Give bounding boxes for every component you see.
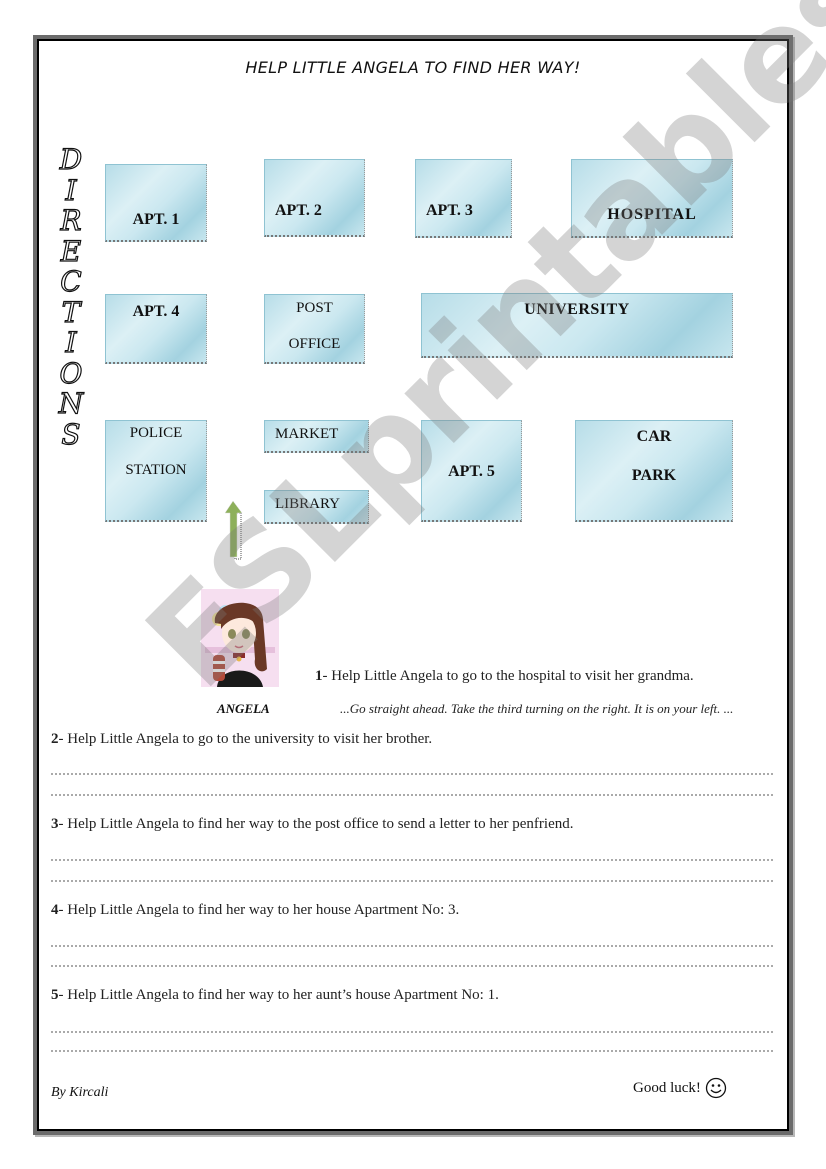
map-box-label: UNIVERSITY xyxy=(524,301,630,318)
question-4: 4- Help Little Angela to find her way to… xyxy=(51,902,460,918)
heading-letter: N xyxy=(58,387,84,420)
answer-line[interactable] xyxy=(51,1031,773,1033)
map-box-label: STATION xyxy=(125,462,187,478)
map-box-label: LIBRARY xyxy=(275,496,341,512)
answer-line[interactable] xyxy=(51,859,773,861)
map-box-label: APT. 3 xyxy=(426,202,473,219)
question-3: 3- Help Little Angela to find her way to… xyxy=(51,816,574,832)
answer-line[interactable] xyxy=(51,965,773,967)
map-box-label: APT. 4 xyxy=(132,303,180,320)
map-box-label: APT. 5 xyxy=(448,463,495,480)
map-box-label: HOSPITAL xyxy=(607,206,697,223)
smiley-icon xyxy=(705,1077,727,1099)
page-frame: HELP LITTLE ANGELA TO FIND HER WAY! D I … xyxy=(33,0,826,1135)
example-answer: ...Go straight ahead. Take the third tur… xyxy=(340,701,734,716)
answer-line[interactable] xyxy=(51,773,773,775)
map-box-label: POLICE xyxy=(129,425,183,441)
map-box-market: MARKET xyxy=(264,420,369,453)
map-box-label: APT. 1 xyxy=(132,211,180,228)
heading-letter: S xyxy=(61,417,81,451)
question-5: 5- Help Little Angela to find her way to… xyxy=(51,987,499,1003)
map-box-post-office: POST OFFICE xyxy=(264,294,365,364)
heading-letter: R xyxy=(60,204,82,237)
map-box-apt4: APT. 4 xyxy=(105,294,207,364)
answer-line[interactable] xyxy=(51,880,773,882)
map-box-police-station: POLICE STATION xyxy=(105,420,207,522)
directions-vertical-heading: D I R E C T I O N S xyxy=(53,143,89,451)
map-box-apt5: APT. 5 xyxy=(421,420,522,522)
map-box-label: MARKET xyxy=(275,426,339,442)
map-box-apt2: APT. 2 xyxy=(264,159,365,237)
heading-letter: E xyxy=(60,234,82,268)
map-box-apt1: APT. 1 xyxy=(105,164,207,242)
question-2: 2- Help Little Angela to go to the unive… xyxy=(51,731,433,747)
author-byline: By Kircali xyxy=(51,1085,109,1100)
character-name-label: ANGELA xyxy=(217,701,270,716)
heading-letter: I xyxy=(65,326,77,359)
heading-letter: O xyxy=(59,356,83,390)
map-box-label: POST xyxy=(296,300,333,316)
map-box-label: APT. 2 xyxy=(275,202,322,219)
map-box-car-park: CAR PARK xyxy=(575,420,733,522)
heading-letter: I xyxy=(65,173,77,207)
map-box-apt3: APT. 3 xyxy=(415,159,512,238)
answer-line[interactable] xyxy=(51,1050,773,1052)
map-box-label: OFFICE xyxy=(288,336,341,352)
heading-letter: C xyxy=(60,265,83,298)
map-box-hospital: HOSPITAL xyxy=(571,159,733,238)
answer-line[interactable] xyxy=(51,794,773,796)
map-box-label: PARK xyxy=(631,467,677,484)
worksheet-title: HELP LITTLE ANGELA TO FIND HER WAY! xyxy=(245,58,581,77)
up-arrow-icon xyxy=(224,501,243,560)
girl-avatar xyxy=(201,589,279,687)
map-box-library: LIBRARY xyxy=(264,490,369,524)
answer-line[interactable] xyxy=(51,945,773,947)
map-box-label: CAR xyxy=(636,428,672,445)
good-luck-note: Good luck! xyxy=(633,1077,727,1099)
worksheet-page: HELP LITTLE ANGELA TO FIND HER WAY! D I … xyxy=(39,0,826,1129)
map-box-university: UNIVERSITY xyxy=(421,293,733,358)
heading-letter: T xyxy=(61,295,81,329)
question-1: 1- Help Little Angela to go to the hospi… xyxy=(315,668,694,684)
heading-letter: D xyxy=(59,143,83,176)
